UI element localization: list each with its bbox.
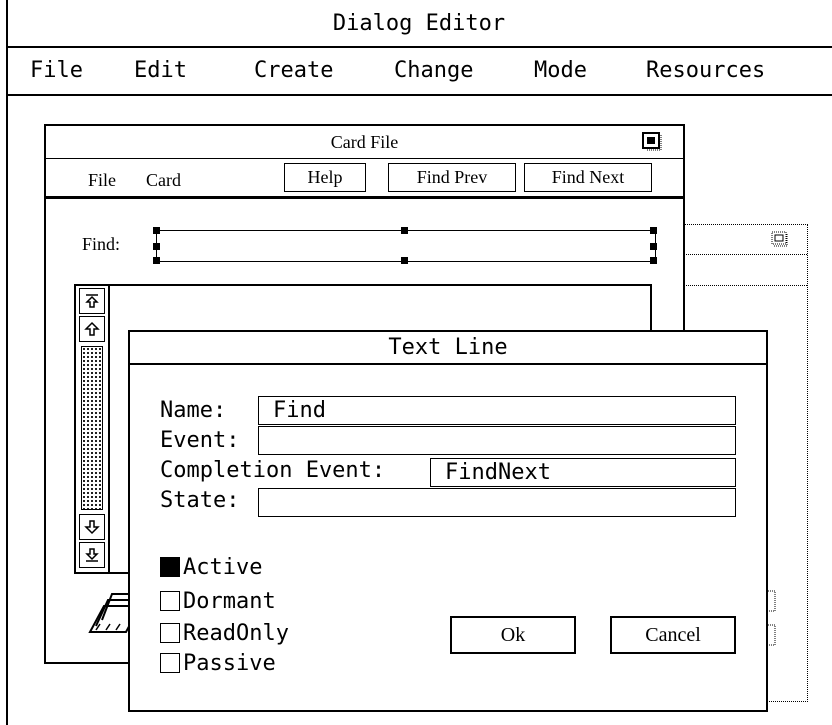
find-label: Find: <box>82 234 121 254</box>
dialog-title[interactable]: Text Line <box>130 332 766 365</box>
card-menu-file[interactable]: File <box>88 170 116 191</box>
state-label: State: <box>160 488 240 513</box>
selection-handle[interactable] <box>401 227 408 234</box>
active-option[interactable]: Active <box>160 554 262 580</box>
completion-event-label: Completion Event: <box>160 458 386 483</box>
selection-handle[interactable] <box>153 257 160 264</box>
scrollbar-track[interactable] <box>81 346 103 510</box>
menu-bar: File Edit Create Change Mode Resources <box>6 48 832 96</box>
passive-option[interactable]: Passive <box>160 650 276 676</box>
dormant-option[interactable]: Dormant <box>160 588 276 614</box>
vertical-scrollbar[interactable] <box>76 286 110 572</box>
menu-edit[interactable]: Edit <box>134 58 187 83</box>
menu-change[interactable]: Change <box>394 58 473 83</box>
selection-handle[interactable] <box>401 257 408 264</box>
event-field[interactable] <box>258 426 736 455</box>
dormant-label: Dormant <box>183 588 276 614</box>
selection-handle[interactable] <box>153 243 160 250</box>
menu-file[interactable]: File <box>30 58 83 83</box>
active-label: Active <box>183 554 263 580</box>
find-prev-button[interactable]: Find Prev <box>388 163 516 192</box>
arrow-up-icon[interactable] <box>79 316 105 342</box>
text-line-dialog[interactable]: Text Line Name: Find Event: Completion E… <box>128 330 768 712</box>
checkbox[interactable] <box>160 653 180 673</box>
readonly-option[interactable]: ReadOnly <box>160 620 289 646</box>
selection-handle[interactable] <box>650 257 657 264</box>
checkbox[interactable] <box>160 591 180 611</box>
name-label: Name: <box>160 398 227 423</box>
checkbox-checked[interactable] <box>160 557 180 577</box>
selection-handle[interactable] <box>650 227 657 234</box>
passive-label: Passive <box>183 650 276 676</box>
arrow-down-icon[interactable] <box>79 514 105 540</box>
scroll-to-bottom-icon[interactable] <box>79 542 105 568</box>
menu-create[interactable]: Create <box>254 58 333 83</box>
scroll-to-top-icon[interactable] <box>79 288 105 314</box>
checkbox[interactable] <box>160 623 180 643</box>
tick-mark-icon <box>768 624 776 646</box>
readonly-label: ReadOnly <box>183 620 289 646</box>
maximize-icon[interactable] <box>771 231 791 249</box>
card-menu-card[interactable]: Card <box>146 170 181 191</box>
menu-resources[interactable]: Resources <box>646 58 765 83</box>
window-title: Dialog Editor <box>6 0 832 48</box>
name-field[interactable]: Find <box>258 396 736 425</box>
cancel-button[interactable]: Cancel <box>610 616 736 654</box>
selection-handle[interactable] <box>153 227 160 234</box>
ok-button[interactable]: Ok <box>450 616 576 654</box>
state-field[interactable] <box>258 488 736 517</box>
tick-mark-icon <box>768 590 776 612</box>
event-label: Event: <box>160 428 240 453</box>
selection-handle[interactable] <box>650 243 657 250</box>
help-button[interactable]: Help <box>284 163 366 192</box>
find-next-button[interactable]: Find Next <box>524 163 652 192</box>
divider <box>681 285 807 286</box>
find-input[interactable] <box>153 227 657 264</box>
card-file-menubar: File Card Help Find Prev Find Next <box>46 159 683 199</box>
completion-event-field[interactable]: FindNext <box>430 458 736 487</box>
card-file-titlebar[interactable]: Card File <box>46 126 683 159</box>
menu-mode[interactable]: Mode <box>534 58 587 83</box>
maximize-icon[interactable] <box>642 132 664 152</box>
